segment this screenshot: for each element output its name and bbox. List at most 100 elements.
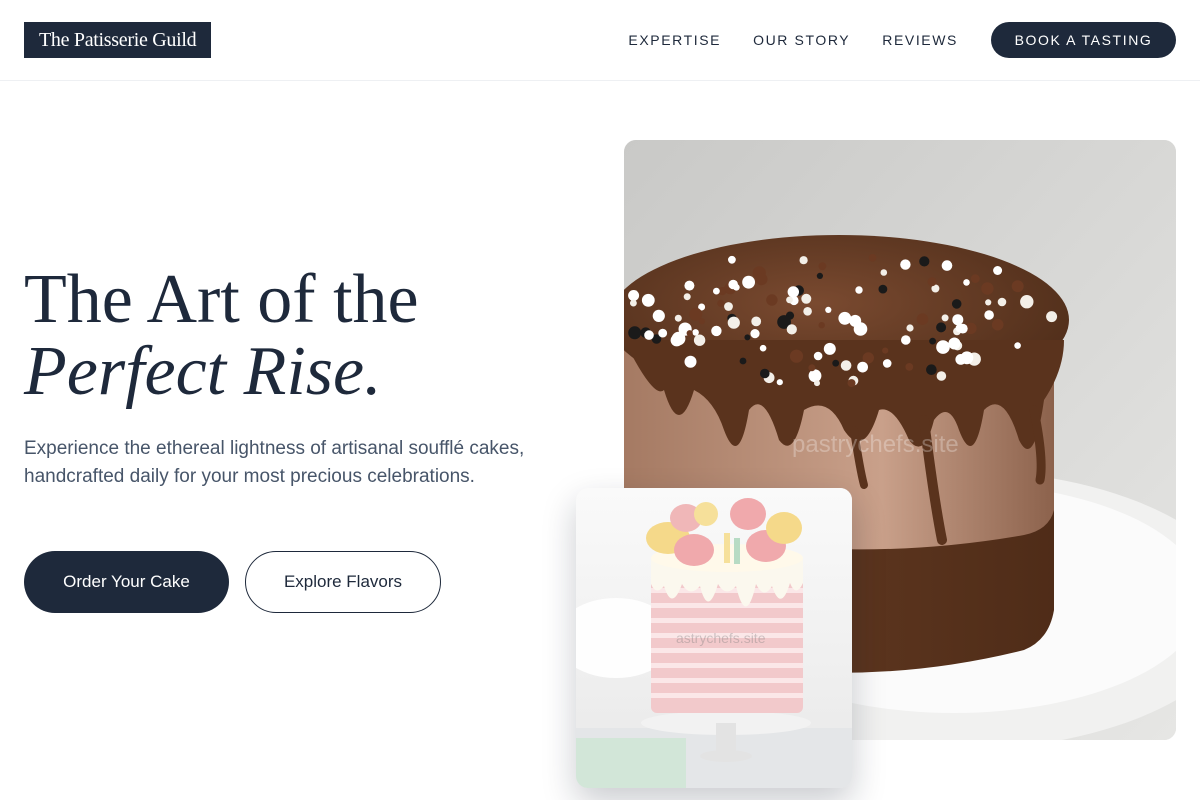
sprinkle: [825, 306, 832, 313]
sprinkle: [786, 296, 793, 304]
sprinkle: [759, 344, 767, 352]
sprinkle: [900, 259, 911, 270]
sprinkle: [941, 260, 953, 271]
sprinkle: [868, 254, 877, 262]
sprinkle: [955, 354, 967, 365]
svg-text:pastrychefs.site: pastrychefs.site: [792, 431, 959, 458]
sprinkle: [717, 299, 725, 307]
sprinkle: [727, 316, 740, 329]
order-cake-button[interactable]: Order Your Cake: [24, 551, 229, 613]
sprinkle: [901, 335, 911, 345]
sprinkle: [787, 286, 799, 298]
sprinkle: [936, 340, 950, 354]
sprinkle: [808, 369, 822, 383]
sprinkle: [855, 286, 863, 294]
sprinkle: [916, 313, 929, 325]
sprinkle: [936, 371, 947, 381]
sprinkle: [823, 342, 836, 355]
sprinkle: [951, 299, 962, 309]
sprinkle: [1046, 311, 1058, 323]
sprinkle: [941, 314, 949, 322]
sprinkle: [689, 307, 703, 321]
sprinkle: [847, 379, 856, 388]
brand-logo[interactable]: The Patisserie Guild: [24, 22, 212, 58]
sprinkle: [711, 325, 722, 337]
sprinkle: [1014, 342, 1021, 349]
sprinkle: [684, 280, 695, 291]
sprinkle: [984, 310, 994, 320]
site-header: The Patisserie Guild EXPERTISE OUR STORY…: [0, 0, 1200, 81]
nav-link-expertise[interactable]: EXPERTISE: [628, 32, 721, 48]
sprinkle: [751, 316, 762, 327]
sprinkle: [840, 360, 852, 371]
sprinkle: [919, 256, 930, 267]
sprinkle: [880, 269, 888, 276]
sprinkle: [644, 330, 654, 340]
sprinkle: [952, 314, 964, 326]
sprinkle: [674, 314, 682, 322]
sprinkle: [818, 262, 827, 271]
sprinkle: [997, 297, 1007, 307]
sprinkle: [1011, 280, 1024, 293]
sprinkle: [713, 287, 720, 295]
sprinkle: [878, 284, 888, 294]
sprinkle: [801, 293, 812, 304]
book-tasting-button[interactable]: BOOK A TASTING: [991, 22, 1176, 58]
sprinkle: [985, 299, 992, 306]
sprinkle: [882, 347, 889, 354]
sprinkle: [857, 361, 868, 373]
sprinkle: [808, 364, 816, 372]
sprinkle: [838, 311, 852, 325]
sprinkle: [926, 364, 937, 375]
svg-text:astrychefs.site: astrychefs.site: [676, 630, 766, 646]
sprinkle: [744, 334, 751, 341]
sprinkle: [816, 272, 823, 279]
sprinkle: [628, 290, 640, 301]
sprinkle: [832, 359, 840, 367]
sprinkle: [963, 279, 970, 286]
nav-link-reviews[interactable]: REVIEWS: [882, 32, 958, 48]
sprinkle: [686, 330, 693, 337]
sprinkle: [742, 275, 755, 289]
sprinkle: [641, 293, 655, 307]
sprinkle: [776, 379, 783, 386]
sprinkle: [658, 328, 668, 338]
explore-flavors-button[interactable]: Explore Flavors: [245, 551, 441, 613]
sprinkle: [927, 277, 937, 287]
sprinkle: [684, 355, 697, 368]
sprinkle: [818, 322, 825, 329]
sprinkle: [882, 359, 892, 368]
sprinkle: [948, 337, 961, 350]
sprinkle: [760, 368, 770, 379]
sprinkle: [724, 302, 733, 311]
nav-link-our-story[interactable]: OUR STORY: [753, 32, 850, 48]
hero-title-line1: The Art of the: [24, 261, 419, 338]
sprinkle: [936, 322, 947, 333]
sprinkle: [803, 307, 812, 316]
sprinkle: [683, 293, 691, 301]
sprinkle: [906, 324, 914, 332]
sprinkle: [750, 329, 760, 339]
sprinkle: [970, 274, 980, 283]
sprinkle: [628, 326, 642, 340]
sprinkle: [739, 357, 747, 365]
sprinkle: [981, 282, 994, 295]
sprinkle: [652, 309, 665, 322]
sprinkle: [693, 334, 706, 346]
hero-title-line2: Perfect Rise.: [24, 333, 382, 410]
sprinkle: [1020, 295, 1034, 309]
sprinkle: [692, 329, 699, 336]
hero-description: Experience the ethereal lightness of art…: [24, 438, 525, 487]
sprinkle: [814, 380, 820, 387]
sprinkle: [929, 337, 936, 345]
sprinkle: [849, 314, 862, 327]
sprinkle: [630, 299, 637, 307]
sprinkle: [991, 318, 1004, 331]
macaron-cake-image: astrychefs.site: [576, 488, 852, 788]
sprinkle: [766, 294, 778, 306]
sprinkle: [993, 266, 1003, 275]
main-nav: EXPERTISE OUR STORY REVIEWS: [628, 0, 958, 80]
sprinkle: [670, 334, 683, 347]
sprinkle: [862, 352, 874, 364]
sprinkle: [813, 351, 823, 361]
